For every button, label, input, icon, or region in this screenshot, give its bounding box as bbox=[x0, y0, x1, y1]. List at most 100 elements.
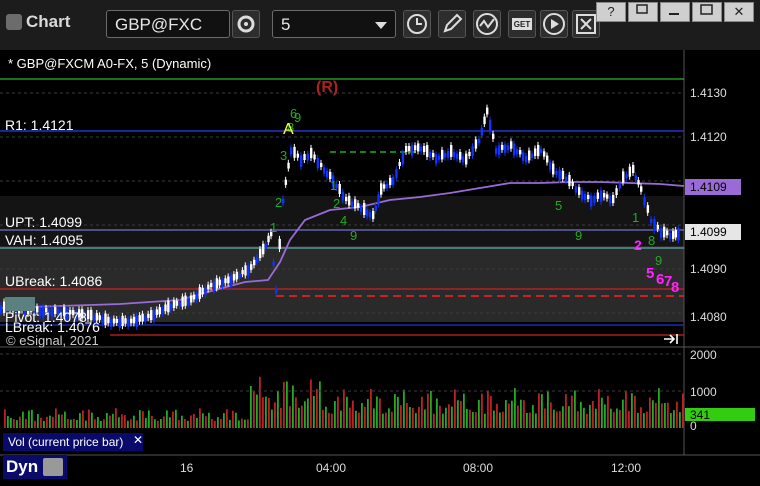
candle-body bbox=[513, 143, 516, 156]
chart-area[interactable]: 6 8 9 3 2 1 1 2 4 9 5 9 1 8 9 2 5 6 7 8 … bbox=[0, 50, 760, 481]
volume-bar bbox=[379, 398, 381, 428]
volume-bar bbox=[523, 400, 525, 428]
minimize-button[interactable] bbox=[660, 2, 690, 22]
volume-bar bbox=[211, 418, 213, 428]
candle-body bbox=[417, 143, 420, 152]
candle-body bbox=[175, 300, 179, 306]
candle-body bbox=[230, 275, 233, 287]
volume-bar bbox=[445, 407, 447, 428]
svg-text:1: 1 bbox=[270, 220, 277, 235]
candle-body bbox=[212, 281, 216, 292]
volume-bar bbox=[154, 419, 156, 428]
candle-body bbox=[603, 193, 606, 198]
candle-body bbox=[221, 280, 224, 288]
candle-body bbox=[596, 192, 600, 199]
candle-body bbox=[552, 163, 555, 175]
maximize-button[interactable] bbox=[692, 2, 722, 22]
candle-body bbox=[306, 153, 310, 161]
draw-pencil-icon[interactable] bbox=[438, 10, 466, 38]
pivot-tag bbox=[5, 297, 35, 311]
last-price-value: 1.4099 bbox=[690, 225, 727, 239]
candle-body bbox=[456, 153, 459, 159]
volume-bar bbox=[124, 415, 126, 428]
candle-body bbox=[178, 302, 181, 307]
clock-icon[interactable] bbox=[403, 10, 431, 38]
volume-bar bbox=[136, 420, 138, 428]
volume-bar bbox=[571, 395, 573, 428]
help-button[interactable]: ? bbox=[596, 2, 626, 22]
symbol-field[interactable]: GBP@FXC bbox=[106, 10, 230, 38]
candle-body bbox=[316, 157, 320, 169]
candle-body bbox=[660, 228, 663, 238]
candle-body bbox=[543, 151, 546, 157]
interval-field[interactable]: 5 bbox=[272, 10, 396, 38]
volume-bar bbox=[634, 395, 636, 428]
candle-body bbox=[272, 261, 275, 266]
svg-text:04:00: 04:00 bbox=[316, 461, 346, 475]
title-bar: Chart GBP@FXC 5 GET ? ✕ bbox=[0, 0, 760, 50]
candle-body bbox=[351, 201, 354, 207]
volume-bar bbox=[652, 400, 654, 428]
volume-bar bbox=[139, 410, 141, 428]
candle-body bbox=[115, 318, 119, 324]
candle-body bbox=[584, 193, 587, 201]
candle-body bbox=[401, 152, 405, 165]
restore-button[interactable] bbox=[628, 2, 658, 22]
svg-text:1.4120: 1.4120 bbox=[690, 130, 727, 144]
study-wave-icon[interactable] bbox=[473, 10, 501, 38]
svg-text:9: 9 bbox=[655, 253, 662, 268]
close-button[interactable]: ✕ bbox=[724, 2, 754, 22]
candle-body bbox=[531, 153, 534, 158]
candle-body bbox=[372, 210, 375, 220]
volume-bar bbox=[142, 411, 144, 428]
value-area-band bbox=[0, 246, 684, 322]
candle-body bbox=[429, 151, 432, 159]
volume-bar bbox=[601, 397, 603, 428]
volume-bar bbox=[100, 420, 102, 428]
volume-bar bbox=[283, 381, 285, 428]
candle-body bbox=[507, 145, 510, 151]
candle-body bbox=[574, 186, 578, 193]
svg-text:16: 16 bbox=[180, 461, 194, 475]
candle-body bbox=[152, 310, 156, 321]
volume-bar bbox=[556, 411, 558, 428]
candle-body bbox=[380, 183, 383, 195]
volume-bar bbox=[292, 385, 294, 428]
candle-body bbox=[628, 166, 632, 177]
volume-bar bbox=[346, 396, 348, 428]
candle-body bbox=[227, 276, 230, 284]
candle-body bbox=[581, 190, 584, 200]
volume-close-icon[interactable]: ✕ bbox=[133, 433, 143, 447]
volume-bar bbox=[40, 417, 42, 428]
app-logo-icon bbox=[6, 14, 22, 30]
candle-body bbox=[127, 319, 130, 327]
price-chart[interactable]: 6 8 9 3 2 1 1 2 4 9 5 9 1 8 9 2 5 6 7 8 … bbox=[0, 50, 760, 481]
svg-text:2: 2 bbox=[275, 195, 282, 210]
svg-text:2: 2 bbox=[634, 237, 642, 253]
svg-text:1: 1 bbox=[330, 178, 337, 193]
vah-label: VAH: 1.4095 bbox=[5, 232, 84, 248]
candle-body bbox=[525, 155, 528, 163]
volume-bar bbox=[307, 398, 309, 428]
candle-body bbox=[204, 287, 207, 295]
candle-body bbox=[663, 226, 666, 238]
play-icon[interactable] bbox=[540, 10, 568, 38]
volume-bar bbox=[49, 415, 51, 428]
candle-body bbox=[637, 180, 640, 185]
volume-bar bbox=[667, 402, 669, 428]
candle-body bbox=[256, 256, 259, 264]
candle-body bbox=[235, 271, 239, 280]
volume-bar bbox=[157, 420, 159, 428]
candle-body bbox=[612, 194, 615, 204]
candle-body bbox=[130, 318, 133, 324]
lock-icon[interactable] bbox=[43, 458, 63, 476]
volume-bar bbox=[58, 414, 60, 428]
symbol-settings-gear-icon[interactable] bbox=[232, 10, 260, 38]
candle-body bbox=[190, 295, 193, 303]
get-data-icon[interactable]: GET bbox=[508, 10, 536, 38]
volume-bar bbox=[520, 399, 522, 428]
volume-bar bbox=[88, 409, 90, 428]
candle-body bbox=[450, 145, 453, 157]
candle-body bbox=[438, 155, 441, 161]
volume-bar bbox=[568, 406, 570, 428]
